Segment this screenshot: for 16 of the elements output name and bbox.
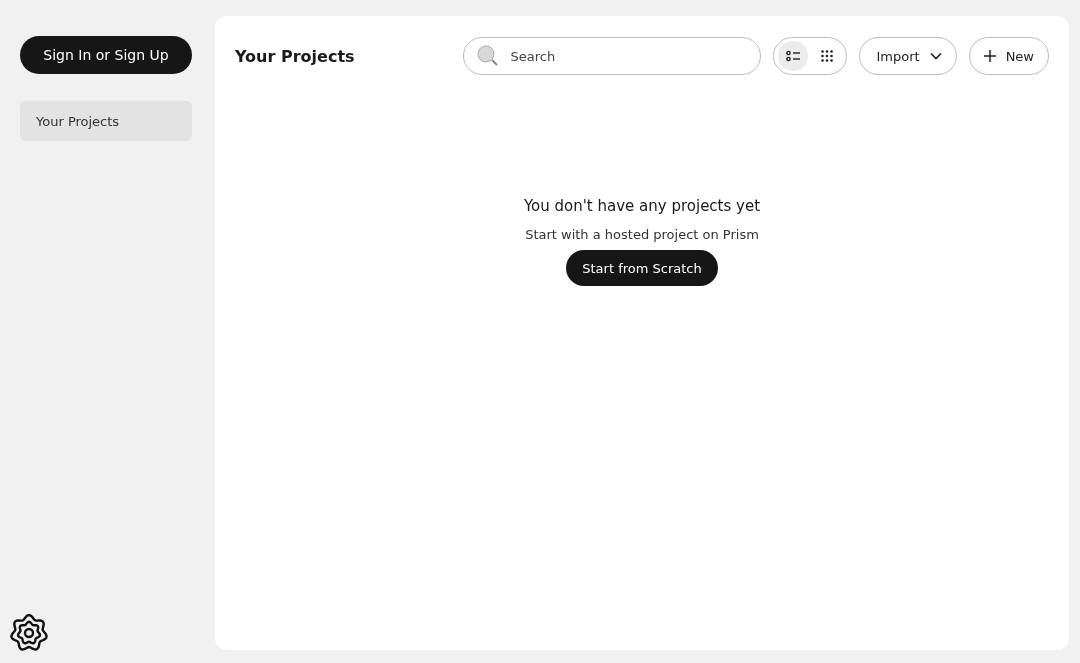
sign-in-button[interactable]: Sign In or Sign Up [20, 36, 192, 74]
plus-icon [983, 50, 996, 62]
flower-logo-icon [9, 613, 49, 653]
empty-heading: You don't have any projects yet [523, 197, 761, 215]
start-from-scratch-button[interactable]: Start from Scratch [566, 250, 718, 286]
list-view-button[interactable] [778, 41, 809, 71]
search-field[interactable]: Search [463, 37, 762, 75]
sidebar-item[interactable]: Your Projects [20, 101, 192, 141]
search-icon [477, 45, 500, 67]
grid-icon [821, 50, 834, 62]
chevron-down-icon [929, 52, 942, 60]
page-title: Your Projects [235, 46, 356, 66]
new-button[interactable]: New [968, 37, 1049, 75]
list-icon [786, 50, 801, 62]
empty-text: Start with a hosted project on Prism [525, 227, 759, 242]
import-button[interactable]: Import [859, 37, 957, 75]
